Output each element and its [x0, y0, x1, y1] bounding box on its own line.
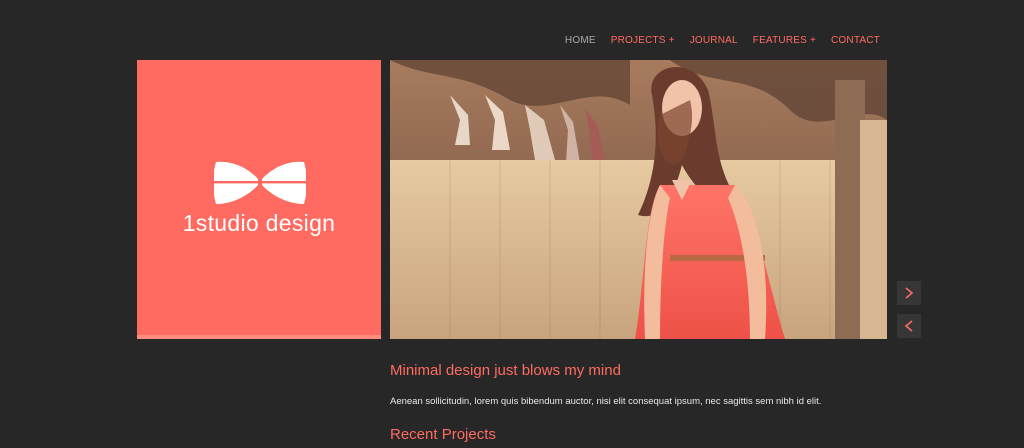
- slider-prev-button[interactable]: [897, 314, 921, 338]
- headline: Minimal design just blows my mind: [390, 362, 621, 379]
- logo-text: 1studio design: [182, 210, 336, 236]
- recent-projects-heading: Recent Projects: [390, 426, 496, 443]
- woman-photo: [390, 60, 887, 339]
- chevron-right-icon: [905, 287, 914, 299]
- main-nav: HOME PROJECTS + JOURNAL FEATURES + CONTA…: [550, 35, 880, 46]
- nav-contact[interactable]: CONTACT: [831, 35, 880, 46]
- nav-journal[interactable]: JOURNAL: [690, 35, 738, 46]
- intro-paragraph: Aenean sollicitudin, lorem quis bibendum…: [390, 396, 822, 407]
- slider-next-button[interactable]: [897, 281, 921, 305]
- logo-block[interactable]: 1studio design: [137, 60, 381, 339]
- nav-features[interactable]: FEATURES +: [753, 35, 816, 46]
- hero-slide-image: [390, 60, 887, 339]
- bow-tie-icon: [214, 161, 306, 204]
- nav-home[interactable]: HOME: [565, 35, 596, 46]
- chevron-left-icon: [904, 320, 913, 332]
- logo-bottom-strip: [137, 335, 381, 339]
- nav-projects[interactable]: PROJECTS +: [611, 35, 675, 46]
